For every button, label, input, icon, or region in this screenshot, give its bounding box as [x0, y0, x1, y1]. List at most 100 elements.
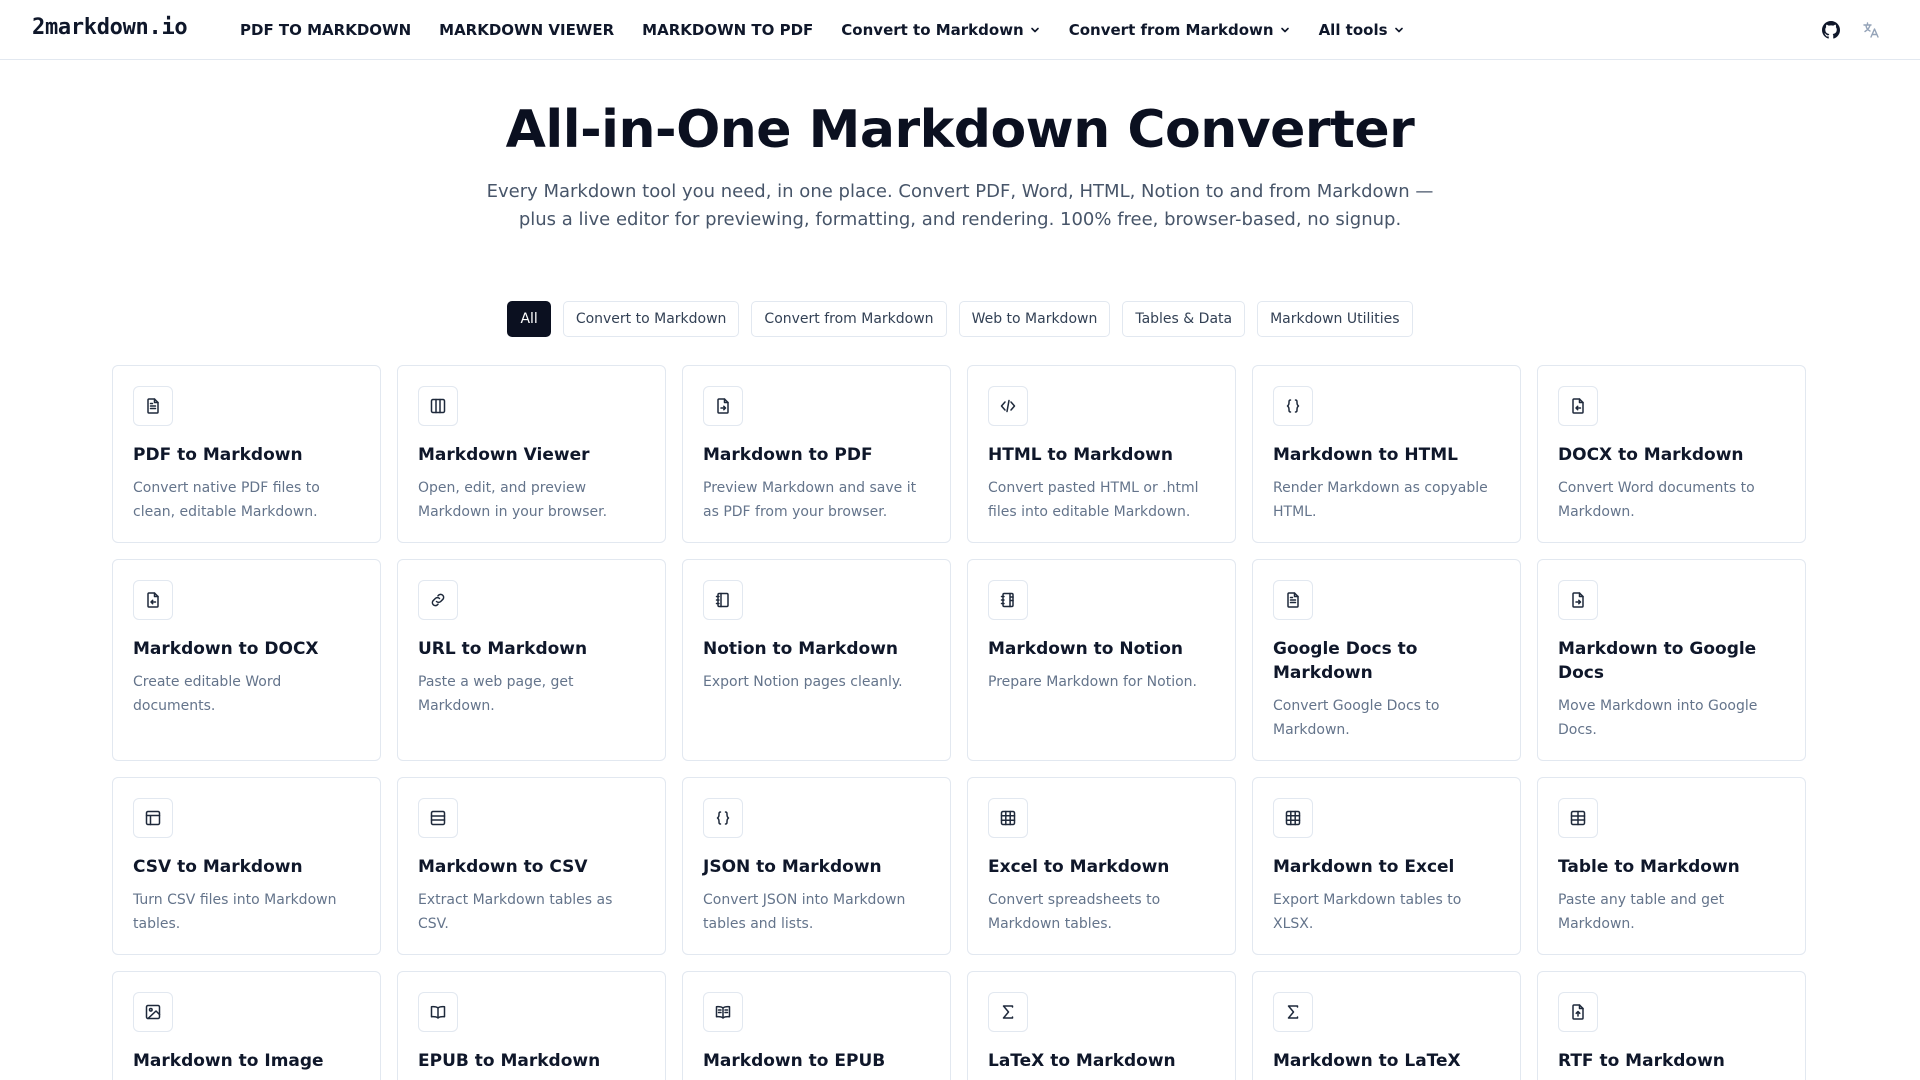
tool-card[interactable]: Markdown to Image	[112, 971, 381, 1080]
book-text-icon	[703, 992, 743, 1032]
nav-dropdown-convert-to-markdown[interactable]: Convert to Markdown	[841, 21, 1040, 39]
spreadsheet-icon	[988, 798, 1028, 838]
tool-card-title: DOCX to Markdown	[1558, 445, 1744, 465]
tool-card-description: Prepare Markdown for Notion.	[988, 674, 1197, 690]
tool-card-description: Paste any table and get Markdown.	[1558, 892, 1725, 932]
tool-card-description: Convert JSON into Markdown tables and li…	[703, 892, 906, 932]
tool-card[interactable]: Notion to Markdown Export Notion pages cl…	[682, 559, 951, 761]
notebook-tabs-icon	[988, 580, 1028, 620]
table-layout-icon	[133, 798, 173, 838]
table-rows-icon	[418, 798, 458, 838]
file-import-icon	[1558, 386, 1598, 426]
tool-card[interactable]: HTML to Markdown Convert pasted HTML or .…	[967, 365, 1236, 543]
tool-card[interactable]: EPUB to Markdown	[397, 971, 666, 1080]
sigma-icon	[988, 992, 1028, 1032]
tool-card-description: Extract Markdown tables as CSV.	[418, 892, 613, 932]
tool-card[interactable]: Markdown to LaTeX	[1252, 971, 1521, 1080]
tool-card[interactable]: Table to Markdown Paste any table and get…	[1537, 777, 1806, 955]
tool-card[interactable]: DOCX to Markdown Convert Word documents t…	[1537, 365, 1806, 543]
tool-card-title: Markdown to Image	[133, 1051, 324, 1071]
tool-card-description: Paste a web page, get Markdown.	[418, 674, 574, 714]
tool-card-description: Create editable Word documents.	[133, 674, 282, 714]
tool-card-description: Preview Markdown and save it as PDF from…	[703, 480, 917, 520]
chevron-down-icon	[1030, 27, 1039, 33]
tool-card[interactable]: Markdown to Notion Prepare Markdown for N…	[967, 559, 1236, 761]
tool-card-title: Markdown to LaTeX	[1273, 1051, 1461, 1071]
tool-card-title: LaTeX to Markdown	[988, 1051, 1176, 1071]
tool-card-title: Notion to Markdown	[703, 639, 899, 659]
tool-card-title: Markdown to HTML	[1273, 445, 1458, 465]
file-up-icon	[1558, 992, 1598, 1032]
filter-chip-convert-from-markdown[interactable]: Convert from Markdown	[751, 301, 947, 337]
filter-chip-all[interactable]: All	[507, 301, 551, 337]
github-icon[interactable]	[1822, 21, 1840, 39]
tool-card-title: Markdown to Excel	[1273, 857, 1455, 877]
brand-logo[interactable]: 2markdown.io	[32, 15, 188, 40]
tool-card-description: Convert native PDF files to clean, edita…	[133, 480, 320, 520]
tool-card-title: JSON to Markdown	[703, 857, 882, 877]
tool-card-title: Markdown to Notion	[988, 639, 1184, 659]
tool-card-title: Markdown to DOCX	[133, 639, 319, 659]
tool-card[interactable]: CSV to Markdown Turn CSV files into Markd…	[112, 777, 381, 955]
file-export-icon	[1558, 580, 1598, 620]
tool-card[interactable]: Google Docs to Markdown Convert Google Do…	[1252, 559, 1521, 761]
tool-card-description: Render Markdown as copyable HTML.	[1273, 480, 1488, 520]
tool-card-title: Markdown to PDF	[703, 445, 873, 465]
tool-card[interactable]: Markdown to CSV Extract Markdown tables a…	[397, 777, 666, 955]
tool-card-description: Export Markdown tables to XLSX.	[1273, 892, 1462, 932]
tool-card-description: Convert spreadsheets to Markdown tables.	[988, 892, 1161, 932]
tool-card-title: Excel to Markdown	[988, 857, 1170, 877]
tool-card[interactable]: Markdown to Excel Export Markdown tables …	[1252, 777, 1521, 955]
tool-card-description: Export Notion pages cleanly.	[703, 674, 903, 690]
tools-grid: PDF to Markdown Convert native PDF files …	[112, 365, 1808, 1080]
tool-card[interactable]: Markdown to HTML Render Markdown as copya…	[1252, 365, 1521, 543]
tool-card[interactable]: RTF to Markdown	[1537, 971, 1806, 1080]
nav-dropdown-label: Convert from Markdown	[1068, 21, 1274, 39]
file-export-icon	[703, 386, 743, 426]
link-icon	[418, 580, 458, 620]
chevron-down-icon	[1280, 27, 1289, 33]
translate-icon[interactable]	[1862, 21, 1880, 39]
filter-chip-convert-to-markdown[interactable]: Convert to Markdown	[562, 301, 740, 337]
filter-chip-web-to-markdown[interactable]: Web to Markdown	[958, 301, 1111, 337]
tool-card-title: PDF to Markdown	[133, 445, 303, 465]
tool-card[interactable]: Markdown to Google Docs Move Markdown int…	[1537, 559, 1806, 761]
tool-card-description: Convert Word documents to Markdown.	[1558, 480, 1755, 520]
tool-card-title: Markdown to EPUB	[703, 1051, 886, 1071]
tool-card-title: URL to Markdown	[418, 639, 588, 659]
tool-card-title: EPUB to Markdown	[418, 1051, 601, 1071]
notebook-icon	[703, 580, 743, 620]
filter-chip-tables-data[interactable]: Tables & Data	[1122, 301, 1246, 337]
tool-card-title: Markdown to Google Docs	[1558, 639, 1757, 683]
page-subtitle: Every Markdown tool you need, in one pla…	[486, 181, 1434, 230]
nav-dropdown-convert-from-markdown[interactable]: Convert from Markdown	[1069, 21, 1291, 39]
tool-card[interactable]: Excel to Markdown Convert spreadsheets to…	[967, 777, 1236, 955]
tool-card[interactable]: PDF to Markdown Convert native PDF files …	[112, 365, 381, 543]
tool-card[interactable]: URL to Markdown Paste a web page, get Mar…	[397, 559, 666, 761]
tool-card[interactable]: JSON to Markdown Convert JSON into Markdo…	[682, 777, 951, 955]
tool-card[interactable]: Markdown to PDF Preview Markdown and save…	[682, 365, 951, 543]
tool-card-description: Convert pasted HTML or .html files into …	[988, 480, 1199, 520]
filter-chip-markdown-utilities[interactable]: Markdown Utilities	[1257, 301, 1413, 337]
table-icon	[1558, 798, 1598, 838]
braces-icon	[1273, 386, 1313, 426]
tool-card-title: Markdown Viewer	[418, 445, 590, 465]
tool-card[interactable]: Markdown to EPUB	[682, 971, 951, 1080]
columns-icon	[418, 386, 458, 426]
chevron-down-icon	[1394, 27, 1403, 33]
nav-dropdown-label: Convert to Markdown	[841, 21, 1024, 39]
tool-card-description: Open, edit, and preview Markdown in your…	[418, 480, 608, 520]
sigma-icon	[1273, 992, 1313, 1032]
tool-card[interactable]: Markdown to DOCX Create editable Word doc…	[112, 559, 381, 761]
nav-link-pdf-to-markdown[interactable]: PDF TO MARKDOWN	[240, 21, 411, 39]
nav-link-markdown-to-pdf[interactable]: MARKDOWN TO PDF	[642, 21, 813, 39]
tool-card[interactable]: Markdown Viewer Open, edit, and preview M…	[397, 365, 666, 543]
tool-card-title: HTML to Markdown	[988, 445, 1173, 465]
braces-icon	[703, 798, 743, 838]
page-title: All-in-One Markdown Converter	[505, 100, 1415, 160]
nav-link-markdown-viewer[interactable]: MARKDOWN VIEWER	[439, 21, 614, 39]
nav-dropdown-all-tools[interactable]: All tools	[1319, 21, 1405, 39]
tool-card-title: CSV to Markdown	[133, 857, 303, 877]
image-icon	[133, 992, 173, 1032]
tool-card[interactable]: LaTeX to Markdown	[967, 971, 1236, 1080]
